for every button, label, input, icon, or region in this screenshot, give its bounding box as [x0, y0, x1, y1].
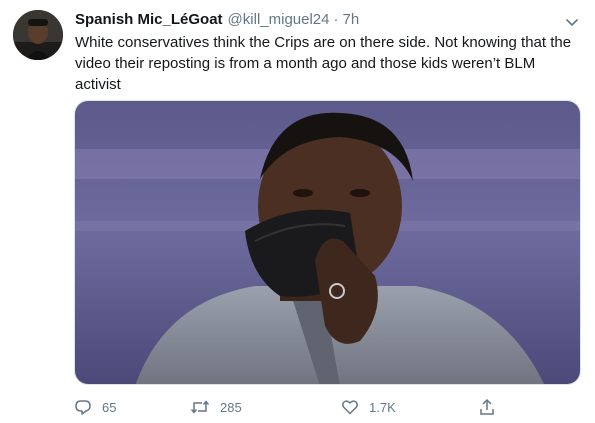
tweet-header: Spanish Mic_LéGoat @kill_miguel24 · 7h: [75, 11, 359, 31]
display-name[interactable]: Spanish Mic_LéGoat: [75, 11, 223, 28]
retweet-button[interactable]: 285: [190, 396, 242, 418]
heart-icon: [342, 400, 358, 415]
avatar-image: [13, 10, 63, 60]
separator-dot: ·: [333, 11, 339, 28]
like-count: 1.7K: [369, 399, 396, 415]
timestamp[interactable]: 7h: [343, 11, 360, 28]
reply-icon: [75, 400, 91, 415]
reply-button[interactable]: 65: [74, 396, 116, 418]
tweet-text: White conservatives think the Crips are …: [75, 34, 572, 93]
tweet[interactable]: Spanish Mic_LéGoat @kill_miguel24 · 7h W…: [0, 0, 595, 423]
retweet-icon: [190, 400, 210, 414]
share-icon: [480, 398, 494, 415]
share-button[interactable]: [478, 396, 506, 418]
tweet-actions: 65 285 1.7K: [74, 396, 514, 418]
media-image: [75, 101, 580, 384]
chevron-down-icon[interactable]: [563, 13, 581, 31]
tweet-media[interactable]: [74, 100, 581, 385]
retweet-count: 285: [220, 399, 242, 415]
user-handle[interactable]: @kill_miguel24: [228, 11, 330, 28]
reply-count: 65: [102, 399, 117, 415]
avatar[interactable]: [13, 10, 63, 60]
like-button[interactable]: 1.7K: [341, 396, 396, 418]
